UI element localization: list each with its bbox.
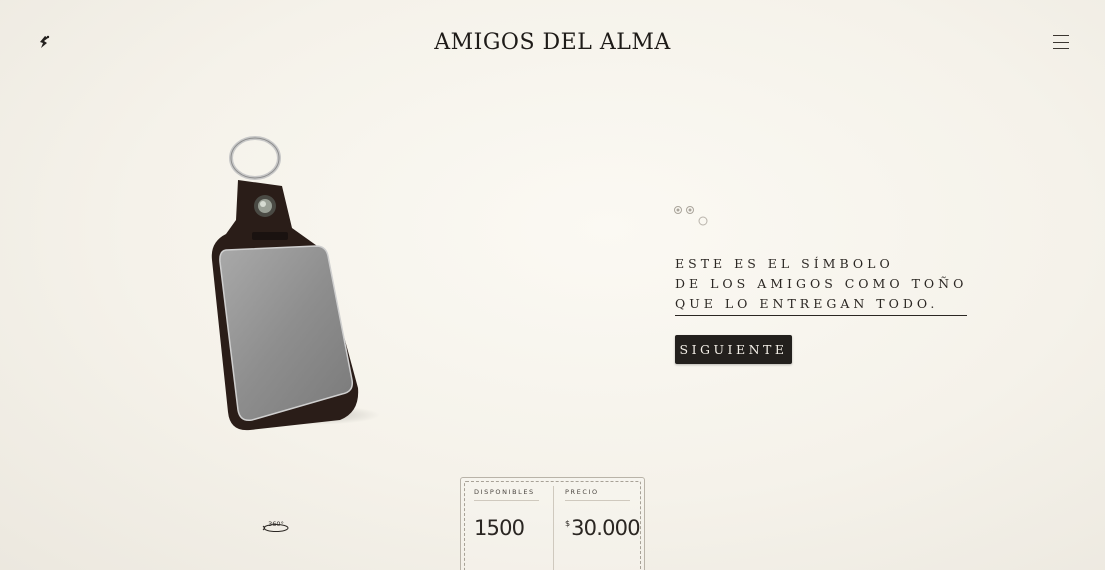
price-value: 30.000 [571,516,640,540]
headline-line: QUE LO ENTREGAN TODO. [675,294,968,316]
available-column: DISPONIBLES 1500 [474,488,539,540]
hamburger-menu-icon[interactable] [1053,34,1069,50]
menu-line [1053,41,1069,43]
brand-title[interactable]: AMIGOS DEL ALMA [0,30,1105,55]
available-label: DISPONIBLES [474,488,539,501]
headline-line: DE LOS AMIGOS COMO TOÑO [675,276,968,291]
menu-line [1053,35,1069,36]
column-divider [553,486,554,570]
price-currency: $ [565,519,571,528]
menu-line [1053,48,1069,49]
hero-headline: ESTE ES EL SÍMBOLO DE LOS AMIGOS COMO TO… [675,254,968,316]
headline-line: ESTE ES EL SÍMBOLO [675,256,894,271]
price-column: PRECIO $30.000 [565,488,641,540]
keychain-product-image[interactable] [200,130,390,450]
next-button[interactable]: SIGUIENTE [675,335,792,364]
rotate-label: 360° [268,520,284,528]
available-value: 1500 [474,516,525,540]
info-card: DISPONIBLES 1500 PRECIO $30.000 [460,477,645,570]
price-label: PRECIO [565,488,630,501]
rotate-360-icon[interactable]: 360° [262,518,290,534]
page: AMIGOS DEL ALMA ESTE ES EL SÍMBOLO DE LO… [0,0,1105,570]
price-value-wrapper: $30.000 [565,516,641,540]
carousel-dots[interactable] [673,205,713,229]
